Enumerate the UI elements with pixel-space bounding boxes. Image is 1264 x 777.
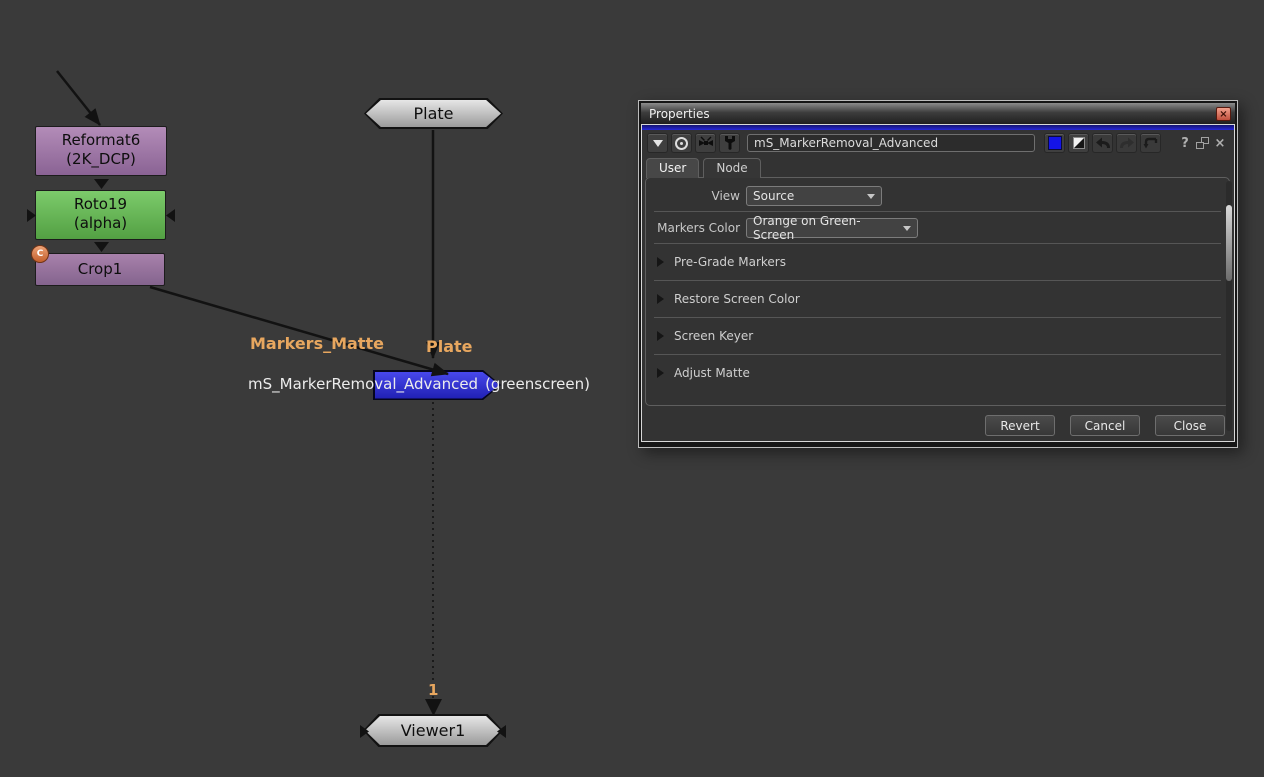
- node-label: Crop1: [78, 260, 123, 278]
- revert-button[interactable]: Revert: [985, 415, 1055, 436]
- revert-knobs-button[interactable]: [1140, 133, 1161, 153]
- parameters-area: View Source Markers Color Orange on Gree…: [645, 177, 1230, 406]
- properties-window: Properties ×: [638, 100, 1238, 448]
- roto19-right-input-arrow: [166, 209, 175, 222]
- section-adjust-matte[interactable]: Adjust Matte: [646, 355, 1229, 391]
- view-dropdown[interactable]: Source: [746, 186, 882, 206]
- window-square-icon: [1196, 142, 1204, 149]
- section-label: Screen Keyer: [674, 329, 753, 343]
- monitor-icon: [697, 136, 715, 150]
- view-label: View: [652, 189, 740, 203]
- node-reformat6[interactable]: Reformat6 (2K_DCP): [35, 126, 167, 176]
- properties-titlebar[interactable]: Properties ×: [641, 103, 1235, 124]
- arrow-reformat6-to-roto19: [94, 179, 109, 189]
- window-close-button[interactable]: ×: [1216, 107, 1231, 121]
- chevron-right-icon: [657, 257, 664, 267]
- node-suffix-text: (greenscreen): [485, 375, 590, 393]
- crop-indicator-badge: C: [31, 245, 49, 263]
- section-pre-grade-markers[interactable]: Pre-Grade Markers: [646, 244, 1229, 280]
- split-color-icon: [1073, 137, 1085, 149]
- footer-button-row: Revert Cancel Close: [642, 406, 1234, 436]
- node-menu-button[interactable]: [647, 133, 668, 153]
- section-restore-screen-color[interactable]: Restore Screen Color: [646, 281, 1229, 317]
- node-label: Reformat6: [36, 131, 166, 150]
- markers-color-row: Markers Color Orange on Green-Screen: [646, 212, 1229, 243]
- node-color-swatch-button[interactable]: [1044, 133, 1065, 153]
- node-sublabel: (2K_DCP): [36, 150, 166, 169]
- undo-button[interactable]: [1092, 133, 1113, 153]
- node-roto19[interactable]: Roto19 (alpha): [35, 190, 166, 240]
- arrow-roto19-to-crop1: [94, 242, 109, 252]
- target-circle-icon: [675, 137, 688, 150]
- section-label: Restore Screen Color: [674, 292, 800, 306]
- node-label: Plate: [366, 100, 501, 127]
- float-window-button[interactable]: [1196, 137, 1209, 149]
- window-title: Properties: [649, 107, 1216, 121]
- undo-arrow-icon: [1095, 137, 1111, 149]
- markers-color-dropdown[interactable]: Orange on Green-Screen: [746, 218, 918, 238]
- node-sublabel: (alpha): [36, 214, 165, 233]
- node-plate[interactable]: Plate: [364, 98, 503, 129]
- markers-color-label: Markers Color: [652, 221, 740, 235]
- view-row: View Source: [646, 180, 1229, 211]
- chevron-down-icon: [653, 140, 663, 147]
- wire-crop1-to-marker-removal: [150, 287, 448, 374]
- panel-close-button[interactable]: ×: [1212, 136, 1228, 151]
- chevron-right-icon: [657, 368, 664, 378]
- marker-removal-node-label: mS_MarkerRemoval_Advanced (greenscreen): [248, 375, 590, 393]
- node-header-toolbar: ? ×: [642, 130, 1234, 156]
- node-name-text: mS_MarkerRemoval_Advanced: [248, 375, 478, 393]
- tab-user[interactable]: User: [646, 158, 699, 178]
- scrollbar[interactable]: [1226, 181, 1232, 431]
- wrench-icon: [723, 135, 737, 151]
- node-label: Viewer1: [365, 716, 501, 745]
- markers-color-dropdown-value: Orange on Green-Screen: [753, 214, 895, 242]
- tab-bar: User Node: [646, 158, 1234, 178]
- properties-body: ? × User Node View Source Markers Color …: [641, 124, 1235, 442]
- node-viewer1[interactable]: Viewer1: [363, 714, 503, 747]
- cancel-button[interactable]: Cancel: [1070, 415, 1140, 436]
- color-panel-toggle-button[interactable]: [1068, 133, 1089, 153]
- redo-arrow-icon: [1119, 137, 1135, 149]
- node-crop1[interactable]: C Crop1: [35, 253, 165, 286]
- gizmo-wrench-button[interactable]: [719, 133, 740, 153]
- section-label: Pre-Grade Markers: [674, 255, 786, 269]
- section-screen-keyer[interactable]: Screen Keyer: [646, 318, 1229, 354]
- viewer-input-number: 1: [428, 681, 438, 699]
- wire-into-reformat6: [57, 71, 100, 125]
- node-label: Roto19: [36, 195, 165, 214]
- loop-arrow-icon: [1143, 137, 1158, 150]
- blue-color-swatch-icon: [1048, 136, 1062, 150]
- help-button[interactable]: ?: [1177, 136, 1193, 151]
- scrollbar-thumb[interactable]: [1226, 205, 1232, 281]
- section-label: Adjust Matte: [674, 366, 750, 380]
- redo-button[interactable]: [1116, 133, 1137, 153]
- tab-node[interactable]: Node: [703, 158, 760, 178]
- view-dropdown-value: Source: [753, 189, 794, 203]
- node-name-field[interactable]: [747, 134, 1035, 152]
- hide-input-button[interactable]: [695, 133, 716, 153]
- chevron-right-icon: [657, 294, 664, 304]
- input-label-plate: Plate: [426, 337, 473, 356]
- close-button[interactable]: Close: [1155, 415, 1225, 436]
- chevron-down-icon: [903, 226, 911, 231]
- center-in-node-graph-button[interactable]: [671, 133, 692, 153]
- chevron-down-icon: [867, 194, 875, 199]
- input-label-markers-matte: Markers_Matte: [250, 334, 384, 353]
- chevron-right-icon: [657, 331, 664, 341]
